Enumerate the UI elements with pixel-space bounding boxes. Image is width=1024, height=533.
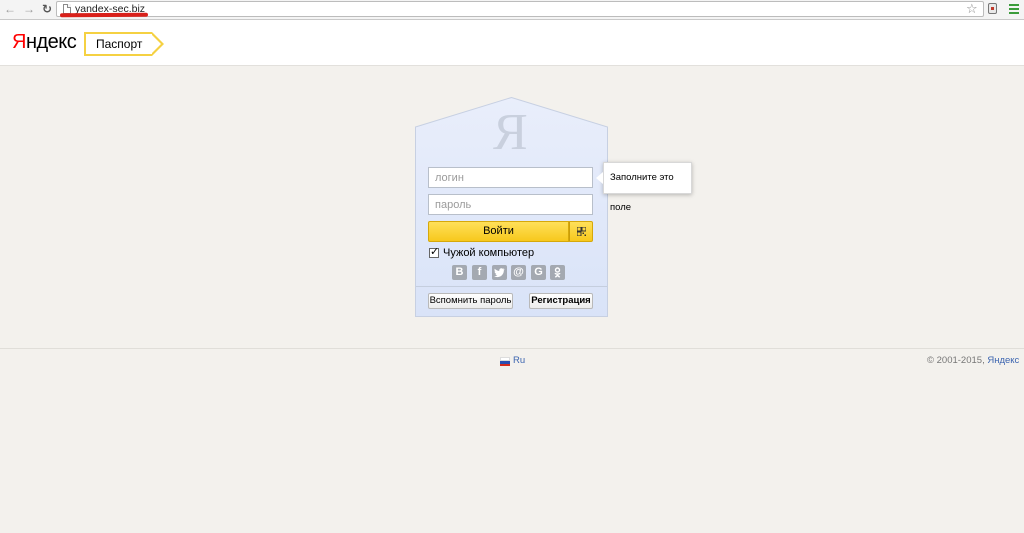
language-link[interactable]: Ru [513,355,525,366]
forward-arrow-icon[interactable]: → [22,2,36,16]
checkmark-icon: ✓ [430,246,440,258]
red-annotation-underline [59,12,149,18]
qr-code-icon [577,227,586,236]
browser-menu-icon[interactable] [1009,4,1019,16]
address-bar[interactable]: yandex-sec.biz [56,1,984,17]
copyright: © 2001-2015, Яндекс [927,355,1019,366]
odnoklassniki-icon[interactable] [550,265,565,280]
bookmark-star-icon[interactable]: ☆ [966,1,978,16]
yandex-footer-link[interactable]: Яндекс [987,355,1019,366]
copyright-text: © 2001-2015, [927,355,988,366]
login-input[interactable] [428,167,593,188]
back-arrow-icon[interactable]: ← [3,2,17,16]
google-icon[interactable]: G [531,265,546,280]
footer-divider [0,348,1024,349]
qr-login-button[interactable] [569,221,593,242]
card-divider [416,286,607,287]
browser-toolbar: ← → ↻ yandex-sec.biz ☆ [0,0,1024,20]
login-button[interactable]: Войти [428,221,569,242]
login-card: Я Войти ✓ Чужой компьютер В f @ G Вспомн… [415,97,608,317]
forgot-password-button[interactable]: Вспомнить пароль [428,293,513,309]
reload-icon[interactable]: ↻ [40,2,54,16]
foreign-computer-checkbox[interactable]: ✓ [429,246,440,258]
mailru-icon[interactable]: @ [511,265,526,280]
register-button[interactable]: Регистрация [529,293,593,309]
vkontakte-icon[interactable]: В [452,265,467,280]
yandex-logo[interactable]: Яндекс [12,31,77,54]
facebook-icon[interactable]: f [472,265,487,280]
password-input[interactable] [428,194,593,215]
tooltip-arrow [596,172,603,184]
russia-flag-icon[interactable] [500,357,510,366]
extension-icon[interactable] [988,3,997,14]
twitter-icon[interactable] [492,265,507,280]
foreign-computer-label[interactable]: Чужой компьютер [443,247,534,259]
validation-tooltip: Заполните это поле [603,162,692,213]
passport-tab[interactable]: Паспорт [84,32,165,56]
site-header: Яндекс Паспорт [0,20,1024,66]
yandex-emblem: Я [493,104,528,161]
